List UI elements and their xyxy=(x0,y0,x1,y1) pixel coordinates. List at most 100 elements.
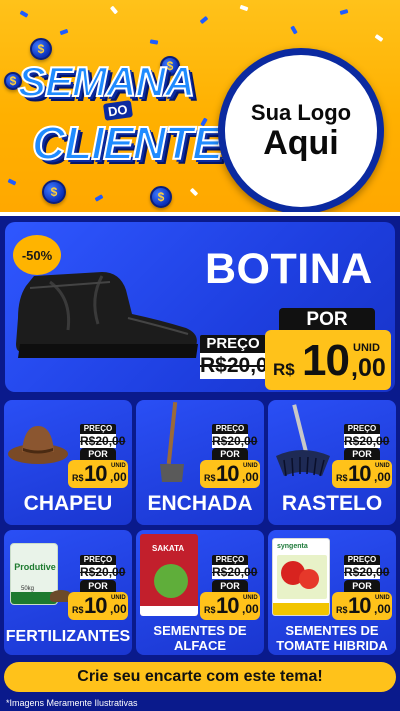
price-currency: R$ xyxy=(204,605,216,615)
price-cents: ,00 xyxy=(374,470,391,484)
price-integer: 10 xyxy=(84,593,108,618)
card-por-label: POR xyxy=(212,580,248,592)
card-price-tag: R$ 10 UNID ,00 xyxy=(200,460,260,488)
card-por-label: POR xyxy=(344,580,380,592)
tomato-icon xyxy=(299,569,319,589)
card-product-name: ENCHADA xyxy=(147,492,253,515)
card-price-tag: R$ 10 UNID ,00 xyxy=(200,592,260,620)
card-price-tag: R$ 10 UNID ,00 xyxy=(332,592,392,620)
card-old-price: R$20,00 xyxy=(344,565,390,579)
card-product-name: CHAPEU xyxy=(23,492,113,515)
confetti xyxy=(19,10,29,18)
hero-old-price: R$20,00 xyxy=(200,353,280,379)
hero-price-tag: R$ 10 UNID ,00 xyxy=(265,330,391,390)
price-integer: 10 xyxy=(216,461,240,486)
confetti xyxy=(109,5,119,15)
confetti xyxy=(189,187,199,197)
seed-brand-text: syngenta xyxy=(277,543,308,550)
price-currency: R$ xyxy=(204,473,216,483)
card-old-price: R$20,00 xyxy=(80,565,126,579)
confetti xyxy=(290,25,298,35)
card-product-name-line2: ALFACE xyxy=(174,638,226,653)
seed-brand-text: SAKATA xyxy=(152,544,185,553)
logo-line2: Aqui xyxy=(263,124,339,163)
price-currency: R$ xyxy=(72,605,84,615)
hero-product-title: BOTINA xyxy=(205,245,373,293)
card-por-label: POR xyxy=(80,448,116,460)
price-cents: ,00 xyxy=(110,602,127,616)
coin-icon xyxy=(150,186,172,208)
price-cents: ,00 xyxy=(242,470,259,484)
price-cents: ,00 xyxy=(242,602,259,616)
confetti xyxy=(239,4,249,12)
semana-do-cliente-logo: SEMANA DO CLIENTE xyxy=(14,57,224,188)
price-cents: ,00 xyxy=(110,470,127,484)
price-currency: R$ xyxy=(336,473,348,483)
hero-preco-label: PREÇO xyxy=(200,335,266,353)
price-currency: R$ xyxy=(72,473,84,483)
pack-stripe xyxy=(140,606,198,616)
lettuce-icon xyxy=(154,564,188,598)
card-price-tag: R$ 10 UNID ,00 xyxy=(332,460,392,488)
hat-image xyxy=(8,426,68,464)
boot-image xyxy=(16,272,198,358)
brand-line1: SEMANA xyxy=(17,57,196,106)
card-product-name-line1: SEMENTES DE xyxy=(285,623,379,638)
price-currency: R$ xyxy=(336,605,348,615)
price-integer: 10 xyxy=(216,593,240,618)
tomato-seed-pack-image: syngenta xyxy=(272,538,330,616)
header-banner: SEMANA DO CLIENTE Sua Logo Aqui xyxy=(0,0,400,212)
rake-image xyxy=(276,404,330,477)
card-old-price: R$20,00 xyxy=(344,434,390,448)
confetti xyxy=(149,39,159,45)
card-old-price: R$20,00 xyxy=(80,434,126,448)
disclaimer-text: *Imagens Meramente Ilustrativas xyxy=(6,698,138,708)
card-preco-label: PREÇO xyxy=(212,555,248,565)
card-product-name-line2: TOMATE HIBRIDA xyxy=(276,638,388,653)
price-integer: 10 xyxy=(348,461,372,486)
card-preco-label: PREÇO xyxy=(80,555,116,565)
price-currency: R$ xyxy=(273,360,295,379)
brand-line2: CLIENTE xyxy=(31,116,224,170)
fertilizer-brand-text: Produtive xyxy=(14,562,56,572)
confetti xyxy=(59,28,69,36)
confetti xyxy=(339,9,349,15)
card-price-tag: R$ 10 UNID ,00 xyxy=(68,592,128,620)
pack-stripe xyxy=(273,603,329,615)
card-por-label: POR xyxy=(80,580,116,592)
price-unit: UNID xyxy=(375,463,390,469)
hoe-image xyxy=(160,402,184,482)
card-preco-label: PREÇO xyxy=(80,424,116,434)
price-cents: ,00 xyxy=(374,602,391,616)
card-product-name-line1: SEMENTES DE xyxy=(153,623,247,638)
card-old-price: R$20,00 xyxy=(212,565,258,579)
card-price-tag: R$ 10 UNID ,00 xyxy=(68,460,128,488)
price-integer: 10 xyxy=(84,461,108,486)
card-product-name: FERTILIZANTES xyxy=(5,628,131,645)
price-cents: ,00 xyxy=(351,354,386,382)
confetti xyxy=(94,194,104,202)
store-logo-placeholder: Sua Logo Aqui xyxy=(218,48,384,212)
card-preco-label: PREÇO xyxy=(212,424,248,434)
price-unit: UNID xyxy=(243,463,258,469)
card-por-label: POR xyxy=(212,448,248,460)
create-flyer-button[interactable]: Crie seu encarte com este tema! xyxy=(4,662,396,692)
confetti xyxy=(199,15,209,25)
card-product-name: RASTELO xyxy=(281,492,383,515)
card-preco-label: PREÇO xyxy=(344,424,380,434)
price-unit: UNID xyxy=(111,595,126,601)
lettuce-seed-pack-image: SAKATA xyxy=(140,534,198,616)
card-preco-label: PREÇO xyxy=(344,555,380,565)
price-unit: UNID xyxy=(375,595,390,601)
card-por-label: POR xyxy=(344,448,380,460)
hero-por-label: POR xyxy=(279,308,375,332)
price-unit: UNID xyxy=(111,463,126,469)
price-integer: 10 xyxy=(302,336,350,385)
price-integer: 10 xyxy=(348,593,372,618)
price-unit: UNID xyxy=(353,342,380,354)
confetti xyxy=(374,34,384,42)
logo-line1: Sua Logo xyxy=(250,100,352,126)
coin-icon xyxy=(30,38,52,60)
price-unit: UNID xyxy=(243,595,258,601)
card-old-price: R$20,00 xyxy=(212,434,258,448)
